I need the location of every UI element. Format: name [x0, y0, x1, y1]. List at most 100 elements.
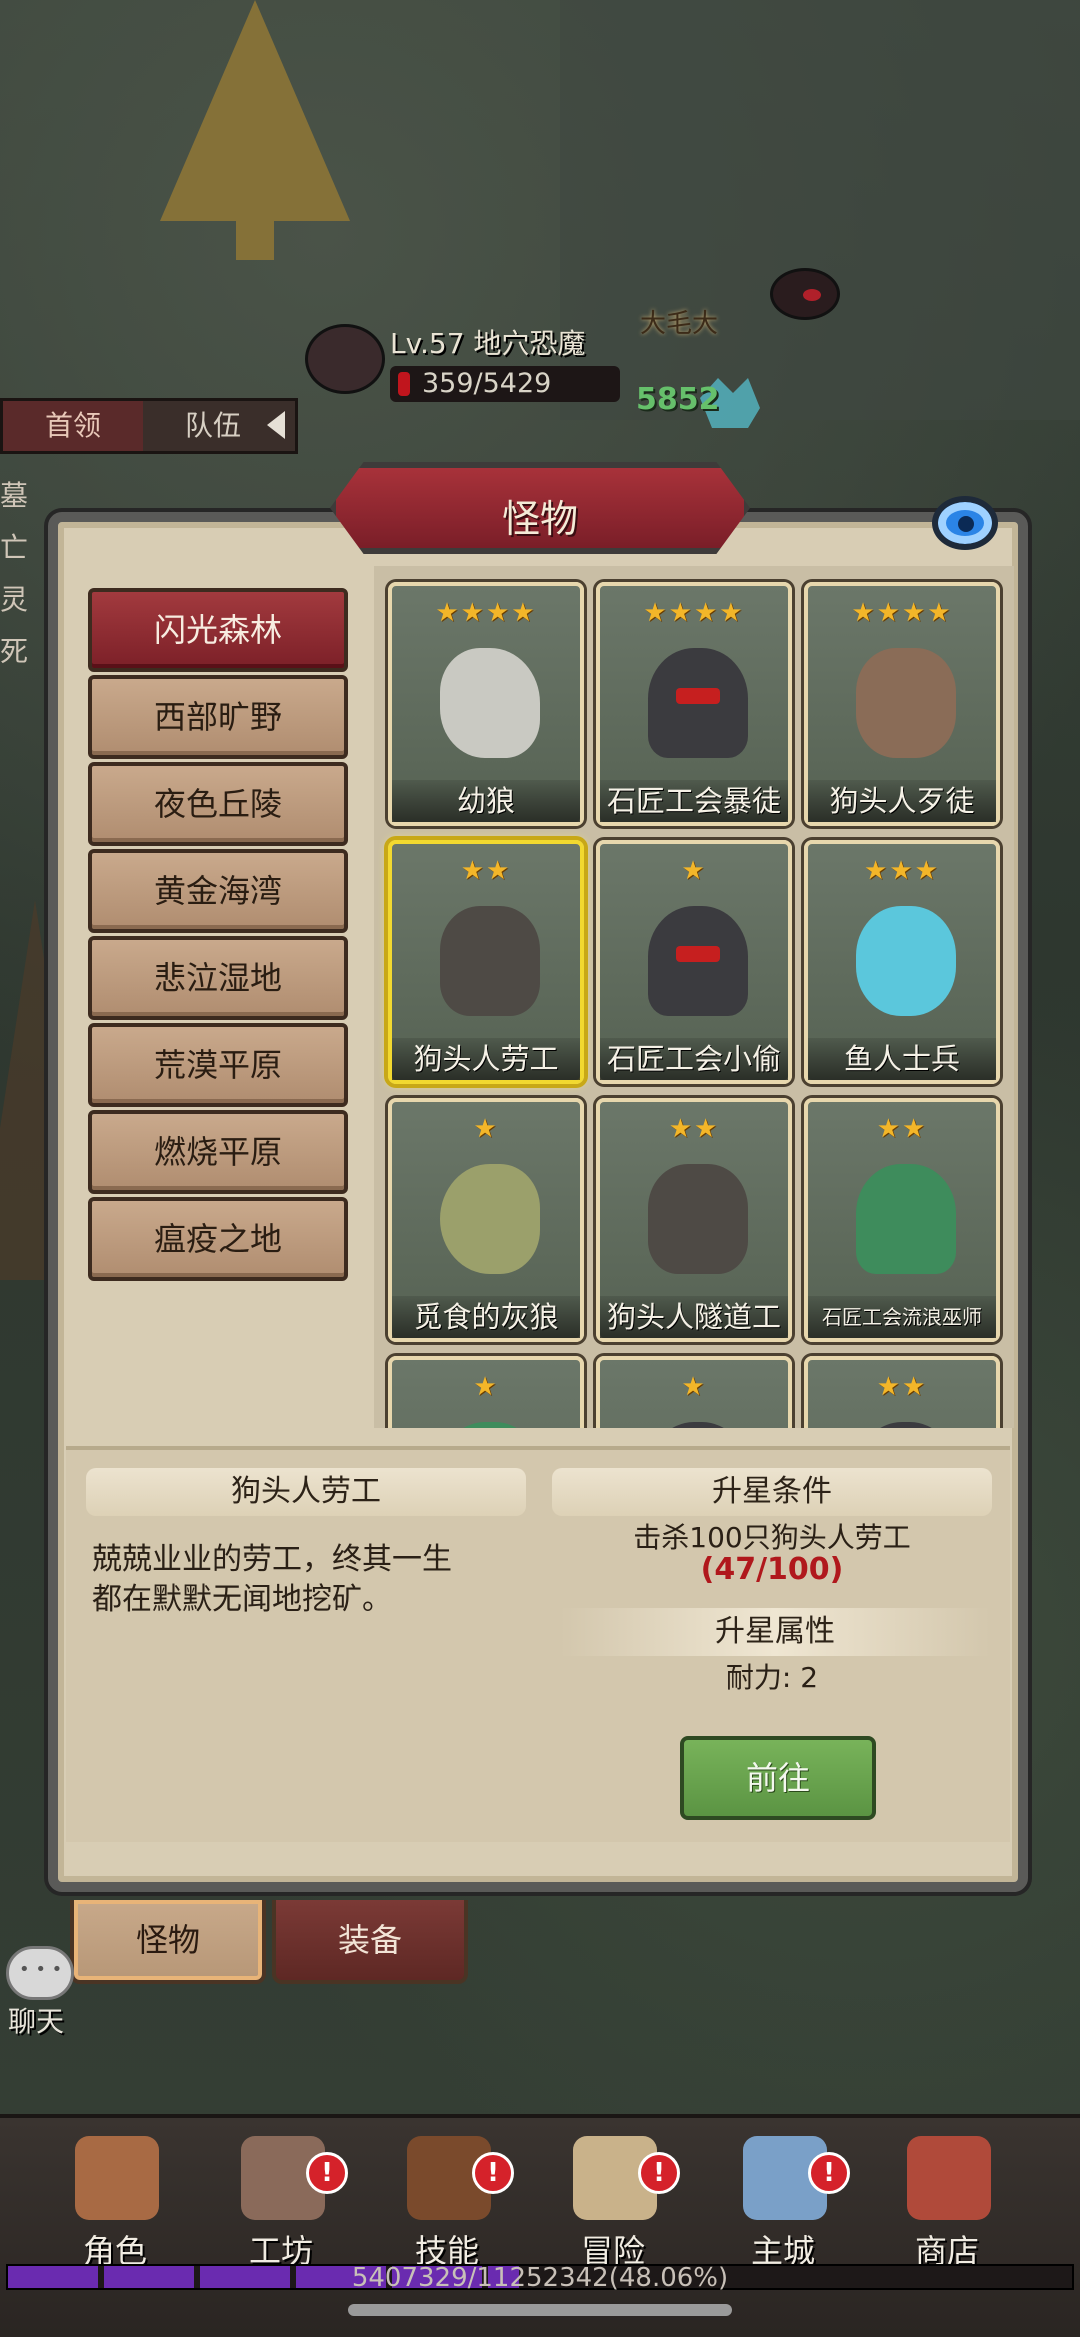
alert-badge-icon: !	[808, 2152, 850, 2194]
ally-power: 5852	[636, 382, 720, 417]
star-condition-text: 击杀100只狗头人劳工	[633, 1521, 911, 1554]
panel-title: 怪物	[501, 497, 578, 541]
monster-detail-name: 狗头人劳工	[86, 1468, 526, 1516]
xp-bar: 5407329/11252342(48.06%)	[6, 2263, 1074, 2293]
nav-item[interactable]: 角色	[40, 2136, 190, 2270]
tab-boss[interactable]: 首领	[3, 401, 143, 451]
area-item[interactable]: 悲泣湿地	[88, 936, 348, 1020]
area-item[interactable]: 西部旷野	[88, 675, 348, 759]
star-rating: ★★	[460, 856, 512, 886]
monster-card[interactable]: ★	[388, 1356, 584, 1428]
alert-badge-icon: !	[638, 2152, 680, 2194]
fishman-sprite-icon	[856, 906, 956, 1016]
home-indicator[interactable]	[348, 2304, 732, 2316]
star-rating: ★★	[876, 1114, 928, 1144]
tab-monster[interactable]: 怪物	[70, 1900, 266, 1984]
human-sprite-icon	[856, 1422, 956, 1428]
monster-description: 兢兢业业的劳工，终其一生 都在默默无闻地挖矿。	[92, 1540, 532, 1620]
area-item[interactable]: 燃烧平原	[88, 1110, 348, 1194]
gnoll-sprite-icon	[856, 648, 956, 758]
monster-card[interactable]: ★	[596, 1356, 792, 1428]
monster-card[interactable]: ★★★★ 幼狼	[388, 582, 584, 826]
monster-name: 石匠工会暴徒	[600, 780, 788, 822]
star-rating: ★	[681, 856, 707, 886]
greywolf-sprite-icon	[440, 1164, 540, 1274]
star-condition-title: 升星条件	[552, 1468, 992, 1516]
monster-card[interactable]: ★ 觅食的灰狼	[388, 1098, 584, 1342]
area-item[interactable]: 闪光森林	[88, 588, 348, 672]
miner-sprite-icon	[648, 1164, 748, 1274]
star-attr-title: 升星属性	[560, 1608, 990, 1656]
nav-icon	[75, 2136, 159, 2220]
wolf-sprite-icon	[440, 648, 540, 758]
eye-icon[interactable]	[932, 496, 998, 550]
monster-card[interactable]: ★★ 狗头人隧道工	[596, 1098, 792, 1342]
boss-hp-bar: 359/5429	[390, 366, 620, 402]
monster-name: 觅食的灰狼	[392, 1296, 580, 1338]
tab-team[interactable]: 队伍	[143, 401, 283, 451]
chat-label[interactable]: 聊天	[8, 2000, 64, 2040]
monster-name: 石匠工会小偷	[600, 1038, 788, 1080]
star-rating: ★	[473, 1372, 499, 1402]
description-line: 都在默默无闻地挖矿。	[92, 1582, 392, 1617]
monster-card[interactable]: ★★★ 鱼人士兵	[804, 840, 1000, 1084]
monster-card[interactable]: ★★★★ 石匠工会暴徒	[596, 582, 792, 826]
monster-name: 狗头人隧道工	[600, 1296, 788, 1338]
alert-badge-icon: !	[472, 2152, 514, 2194]
go-button[interactable]: 前往	[680, 1736, 876, 1820]
monster-name: 幼狼	[392, 780, 580, 822]
monster-card[interactable]: ★ 石匠工会小偷	[596, 840, 792, 1084]
shaman-sprite-icon	[856, 1164, 956, 1274]
side-tab-bar: 首领 队伍	[0, 398, 298, 454]
nav-item[interactable]: ! 工坊	[206, 2136, 356, 2270]
monster-name: 狗头人劳工	[392, 1038, 580, 1080]
description-line: 兢兢业业的劳工，终其一生	[92, 1542, 452, 1577]
background-path	[560, 0, 1080, 420]
monster-name: 狗头人歹徒	[808, 780, 996, 822]
collapse-arrow-icon[interactable]	[267, 411, 285, 439]
nav-item[interactable]: 商店	[872, 2136, 1022, 2270]
monster-card[interactable]: ★★★★ 狗头人歹徒	[804, 582, 1000, 826]
star-rating: ★	[681, 1372, 707, 1402]
star-rating: ★★★★	[435, 598, 537, 628]
nav-icon	[907, 2136, 991, 2220]
star-rating: ★	[473, 1114, 499, 1144]
shaman-sprite-icon	[440, 1422, 540, 1428]
area-item[interactable]: 瘟疫之地	[88, 1197, 348, 1281]
human-sprite-icon	[648, 906, 748, 1016]
star-rating: ★★	[668, 1114, 720, 1144]
boss-info[interactable]: Lv.57 地穴恐魔 359/5429	[305, 318, 620, 402]
star-attr-text: 耐力: 2	[725, 1661, 819, 1694]
chat-bubble-icon[interactable]	[6, 1946, 74, 2000]
spider-boss-icon	[305, 324, 385, 394]
tab-equipment[interactable]: 装备	[272, 1900, 468, 1984]
star-rating: ★★★	[864, 856, 940, 886]
alert-badge-icon: !	[306, 2152, 348, 2194]
monster-card[interactable]: ★★ 狗头人劳工	[388, 840, 584, 1084]
area-list: 闪光森林 西部旷野 夜色丘陵 黄金海湾 悲泣湿地 荒漠平原 燃烧平原 瘟疫之地	[88, 588, 348, 1284]
boss-name: Lv.57 地穴恐魔	[390, 327, 586, 360]
monster-card[interactable]: ★★	[804, 1356, 1000, 1428]
monster-grid[interactable]: ★★★★ 幼狼 ★★★★ 石匠工会暴徒 ★★★★ 狗头人歹徒 ★★ 狗头人劳工 ★ 石匠工会小偷 ★…	[374, 566, 1014, 1428]
star-rating: ★★★★	[643, 598, 745, 628]
miner-sprite-icon	[440, 906, 540, 1016]
nav-item[interactable]: ! 主城	[708, 2136, 858, 2270]
monster-card[interactable]: ★★ 石匠工会流浪巫师	[804, 1098, 1000, 1342]
human-sprite-icon	[648, 648, 748, 758]
nav-item[interactable]: ! 冒险	[538, 2136, 688, 2270]
area-item[interactable]: 夜色丘陵	[88, 762, 348, 846]
star-condition-progress: (47/100)	[700, 1552, 844, 1587]
star-rating: ★★★★	[851, 598, 953, 628]
star-rating: ★★	[876, 1372, 928, 1402]
spider-enemy[interactable]	[770, 268, 840, 320]
panel-title-banner: 怪物	[330, 462, 750, 554]
side-quest-item[interactable]: 墓	[0, 470, 60, 522]
xp-text: 5407329/11252342(48.06%)	[351, 2263, 729, 2293]
ally-name: 大毛大	[640, 309, 719, 339]
human-sprite-icon	[648, 1422, 748, 1428]
monster-name: 鱼人士兵	[808, 1038, 996, 1080]
area-item[interactable]: 黄金海湾	[88, 849, 348, 933]
nav-item[interactable]: ! 技能	[372, 2136, 522, 2270]
area-item[interactable]: 荒漠平原	[88, 1023, 348, 1107]
monster-name: 石匠工会流浪巫师	[808, 1296, 996, 1338]
